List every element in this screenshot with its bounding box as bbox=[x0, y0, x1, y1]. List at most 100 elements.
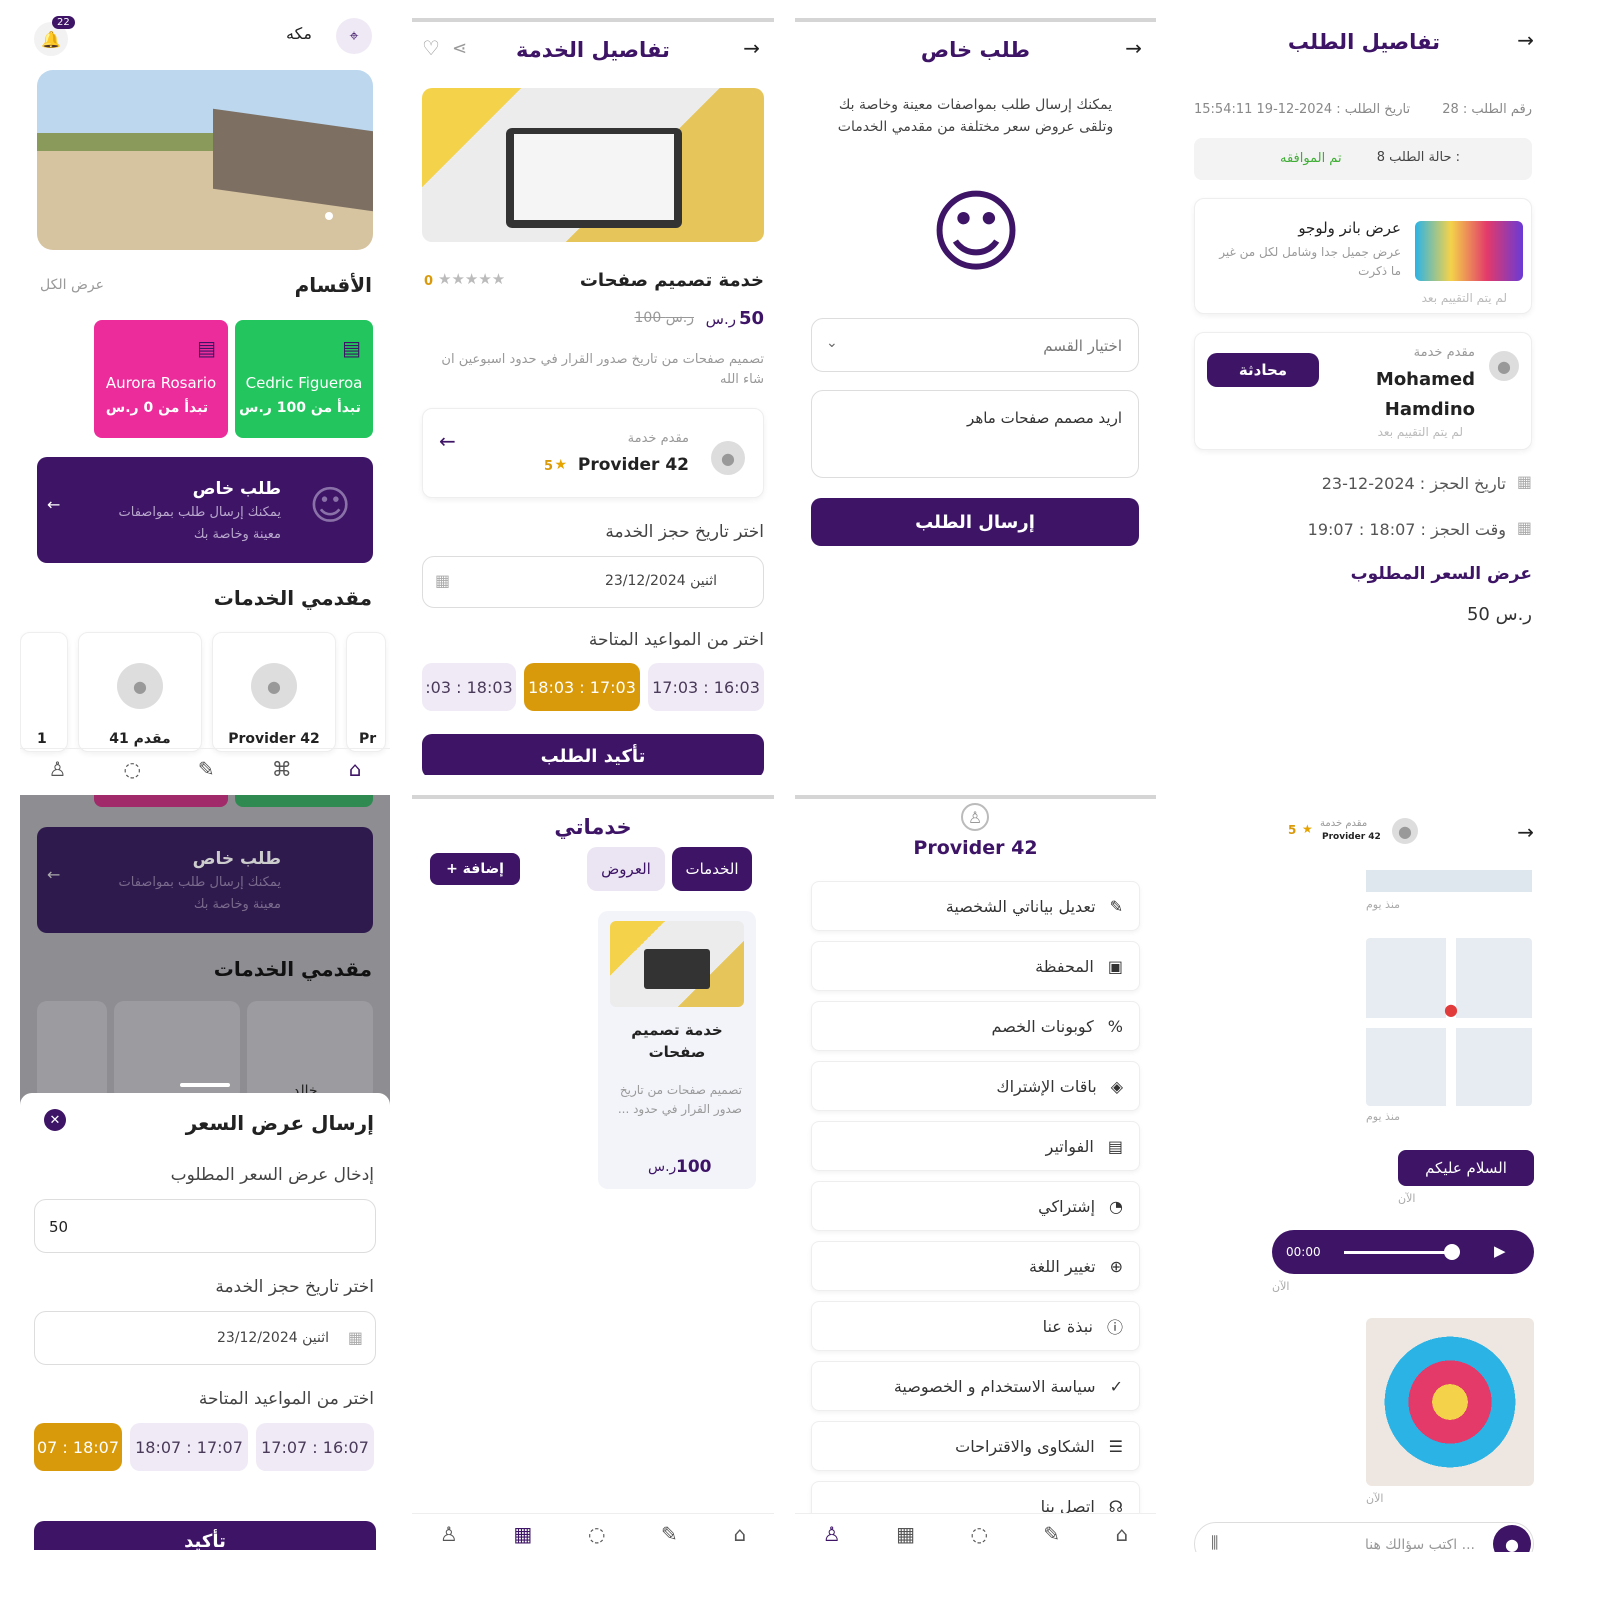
avatar: ● bbox=[1489, 351, 1519, 381]
map-message-1[interactable] bbox=[1366, 870, 1532, 892]
category-select[interactable]: ⌄ اختيار القسم bbox=[811, 318, 1139, 372]
price-input[interactable]: 50 bbox=[34, 1199, 376, 1253]
confirm-order-button[interactable]: تأكيد الطلب bbox=[422, 734, 764, 775]
item-desc: عرض جميل جدا وشامل لكل من غير ما ذكرت bbox=[1219, 245, 1401, 278]
add-service-button[interactable]: + إضافة bbox=[430, 853, 520, 885]
orders-icon[interactable]: ✎ bbox=[661, 1522, 678, 1546]
menu-privacy[interactable]: سياسة الاستخدام و الخصوصية ✓ bbox=[811, 1361, 1140, 1411]
provider-card-2[interactable]: ● مقدم 41 bbox=[78, 632, 202, 752]
menu-subscription[interactable]: إشتراكي ◔ bbox=[811, 1181, 1140, 1231]
menu-language[interactable]: تغيير اللغة ⊕ bbox=[811, 1241, 1140, 1291]
home-icon[interactable]: ⌂ bbox=[1116, 1522, 1129, 1546]
request-text: اريد مصمم صفحات ماهر bbox=[967, 409, 1122, 427]
menu-packages[interactable]: باقات الإشتراك ◈ bbox=[811, 1061, 1140, 1111]
audio-knob[interactable] bbox=[1444, 1244, 1460, 1260]
map-message-2[interactable]: ● bbox=[1366, 938, 1532, 1106]
time-slot[interactable]: 18:07 : 17:07 bbox=[130, 1423, 248, 1471]
drag-handle[interactable] bbox=[180, 1083, 230, 1087]
provider-label: مقدم خدمة bbox=[1413, 345, 1475, 360]
profile-icon[interactable]: ♙ bbox=[440, 1522, 458, 1546]
time-slot[interactable]: :03 : 18:03 bbox=[422, 663, 516, 711]
page-title: طلب خاص bbox=[920, 38, 1031, 62]
provider-card[interactable] bbox=[37, 1001, 107, 1101]
menu-edit-profile[interactable]: تعديل بياناتي الشخصية ✎ bbox=[811, 881, 1140, 931]
location-pin-icon[interactable]: ⌖ bbox=[336, 18, 372, 54]
tab-offers[interactable]: العروض bbox=[587, 847, 665, 891]
audio-message[interactable]: 00:00 ▶ bbox=[1272, 1230, 1534, 1274]
date-field[interactable]: ▦ اثنين 23/12/2024 bbox=[34, 1311, 376, 1365]
provider-card[interactable]: خالد bbox=[247, 1001, 373, 1101]
orders-icon[interactable]: ✎ bbox=[198, 757, 215, 781]
provider-card[interactable]: ● مقدم خدمة Mohamed Hamdino لم يتم التقي… bbox=[1194, 332, 1532, 450]
notification-button[interactable]: 🔔 22 bbox=[34, 16, 75, 56]
price-label: إدخال عرض السعر المطلوب bbox=[170, 1165, 374, 1185]
profile-icon[interactable]: ♙ bbox=[49, 757, 67, 781]
map-icon[interactable]: ⌘ bbox=[272, 757, 292, 781]
microphone-icon[interactable]: ● bbox=[1493, 1525, 1531, 1552]
menu-coupons[interactable]: كوبونات الخصم% bbox=[811, 1001, 1140, 1051]
date-field[interactable]: ▦ اثنين 23/12/2024 bbox=[422, 556, 764, 608]
notification-badge: 22 bbox=[52, 16, 75, 29]
order-item-card[interactable]: عرض بانر ولوجو عرض جميل جدا وشامل لكل من… bbox=[1194, 198, 1532, 314]
chat-icon[interactable]: ◌ bbox=[588, 1522, 605, 1546]
provider-card-3[interactable]: Pr bbox=[346, 632, 386, 752]
back-arrow-icon[interactable]: → bbox=[1517, 28, 1534, 52]
special-request-banner[interactable]: ← طلب خاص يمكنك إرسال طلب بمواصفات معينة… bbox=[37, 457, 373, 563]
provider-card[interactable]: ← مقدم خدمة Provider 42 ★ 5 ● bbox=[422, 408, 764, 498]
play-icon[interactable]: ▶ bbox=[1494, 1242, 1506, 1260]
back-arrow-icon[interactable]: → bbox=[1125, 36, 1142, 60]
old-price: 100 ر.س bbox=[634, 310, 694, 326]
text-message: السلام عليكم bbox=[1398, 1150, 1534, 1186]
menu-complaints[interactable]: الشكاوى والاقتراحات ☰ bbox=[811, 1421, 1140, 1471]
order-number: رقم الطلب : 28 bbox=[1442, 102, 1532, 117]
home-icon[interactable]: ⌂ bbox=[349, 757, 362, 781]
service-card[interactable]: خدمة تصميم صفحات تصميم صفحات من تاريخ صد… bbox=[598, 911, 756, 1189]
home-icon[interactable]: ⌂ bbox=[733, 1522, 746, 1546]
orders-icon[interactable]: ✎ bbox=[1043, 1522, 1060, 1546]
time-slot-selected[interactable]: 07 : 18:07 bbox=[34, 1423, 122, 1471]
price-value: 50 bbox=[49, 1218, 69, 1236]
grid-icon[interactable]: ▦ bbox=[513, 1522, 532, 1546]
edit-icon: ✎ bbox=[1109, 896, 1123, 916]
category-price: تبدأ من 0 ر.س bbox=[105, 400, 209, 416]
close-icon[interactable]: ✕ bbox=[44, 1109, 66, 1131]
view-all-link[interactable]: عرض الكل bbox=[40, 277, 104, 293]
profile-icon[interactable]: ♙ bbox=[823, 1522, 841, 1546]
audio-progress[interactable] bbox=[1344, 1251, 1454, 1254]
send-request-button[interactable]: إرسال الطلب bbox=[811, 498, 1139, 546]
time-slot-selected[interactable]: 18:03 : 17:03 bbox=[524, 663, 640, 711]
service-details-screen: ♡ ⋖ تفاصيل الخدمة → خدمة تصميم صفحات 0 ★… bbox=[412, 18, 774, 775]
category-name: Aurora Rosario bbox=[105, 374, 217, 392]
request-textarea[interactable]: اريد مصمم صفحات ماهر bbox=[811, 390, 1139, 478]
menu-wallet[interactable]: المحفظة ▣ bbox=[811, 941, 1140, 991]
back-arrow-icon[interactable]: → bbox=[743, 36, 760, 60]
booking-time: وقت الحجز : 18:07 : 19:07 bbox=[1307, 520, 1506, 539]
time-slot[interactable]: 17:07 : 16:07 bbox=[256, 1423, 374, 1471]
add-label: + إضافة bbox=[446, 861, 504, 877]
grid-icon[interactable]: ▦ bbox=[896, 1522, 915, 1546]
category-card-2[interactable]: ▤ Aurora Rosario تبدأ من 0 ر.س bbox=[94, 320, 228, 438]
menu-invoices[interactable]: الفواتير ▤ bbox=[811, 1121, 1140, 1171]
confirm-button[interactable]: تأكيد bbox=[34, 1521, 376, 1550]
special-request-banner[interactable]: ← طلب خاص يمكنك إرسال طلب بمواصفات معينة… bbox=[37, 827, 373, 933]
bottom-sheet: ✕ إرسال عرض السعر إدخال عرض السعر المطلو… bbox=[20, 1093, 390, 1550]
avatar: ● bbox=[251, 663, 297, 709]
menu-about[interactable]: نبذة عنا ⓘ bbox=[811, 1301, 1140, 1351]
time-slot[interactable]: 17:03 : 16:03 bbox=[648, 663, 764, 711]
chat-icon[interactable]: ◌ bbox=[970, 1522, 987, 1546]
chat-icon[interactable]: ◌ bbox=[123, 757, 140, 781]
attachment-icon[interactable]: ⫼ bbox=[1211, 1533, 1218, 1552]
provider-card-1[interactable]: ● Provider 42 bbox=[212, 632, 336, 752]
chat-button[interactable]: محادثة bbox=[1207, 353, 1319, 387]
city-label[interactable]: مكه bbox=[286, 24, 312, 43]
providers-title: مقدمي الخدمات bbox=[213, 957, 372, 981]
image-message[interactable] bbox=[1366, 1318, 1534, 1486]
message-input[interactable]: ⫼ اكتب سؤالك هنا ... ● bbox=[1194, 1522, 1534, 1552]
wallet-icon: ▣ bbox=[1107, 956, 1123, 976]
tab-services[interactable]: الخدمات bbox=[672, 847, 752, 891]
input-placeholder: اكتب سؤالك هنا ... bbox=[1364, 1537, 1475, 1552]
provider-card-4[interactable]: 1 bbox=[20, 632, 68, 752]
category-card-1[interactable]: ▤ Cedric Figueroa تبدأ من 100 ر.س bbox=[235, 320, 373, 438]
back-arrow-icon[interactable]: → bbox=[1517, 820, 1534, 844]
banner-image[interactable] bbox=[37, 70, 373, 250]
